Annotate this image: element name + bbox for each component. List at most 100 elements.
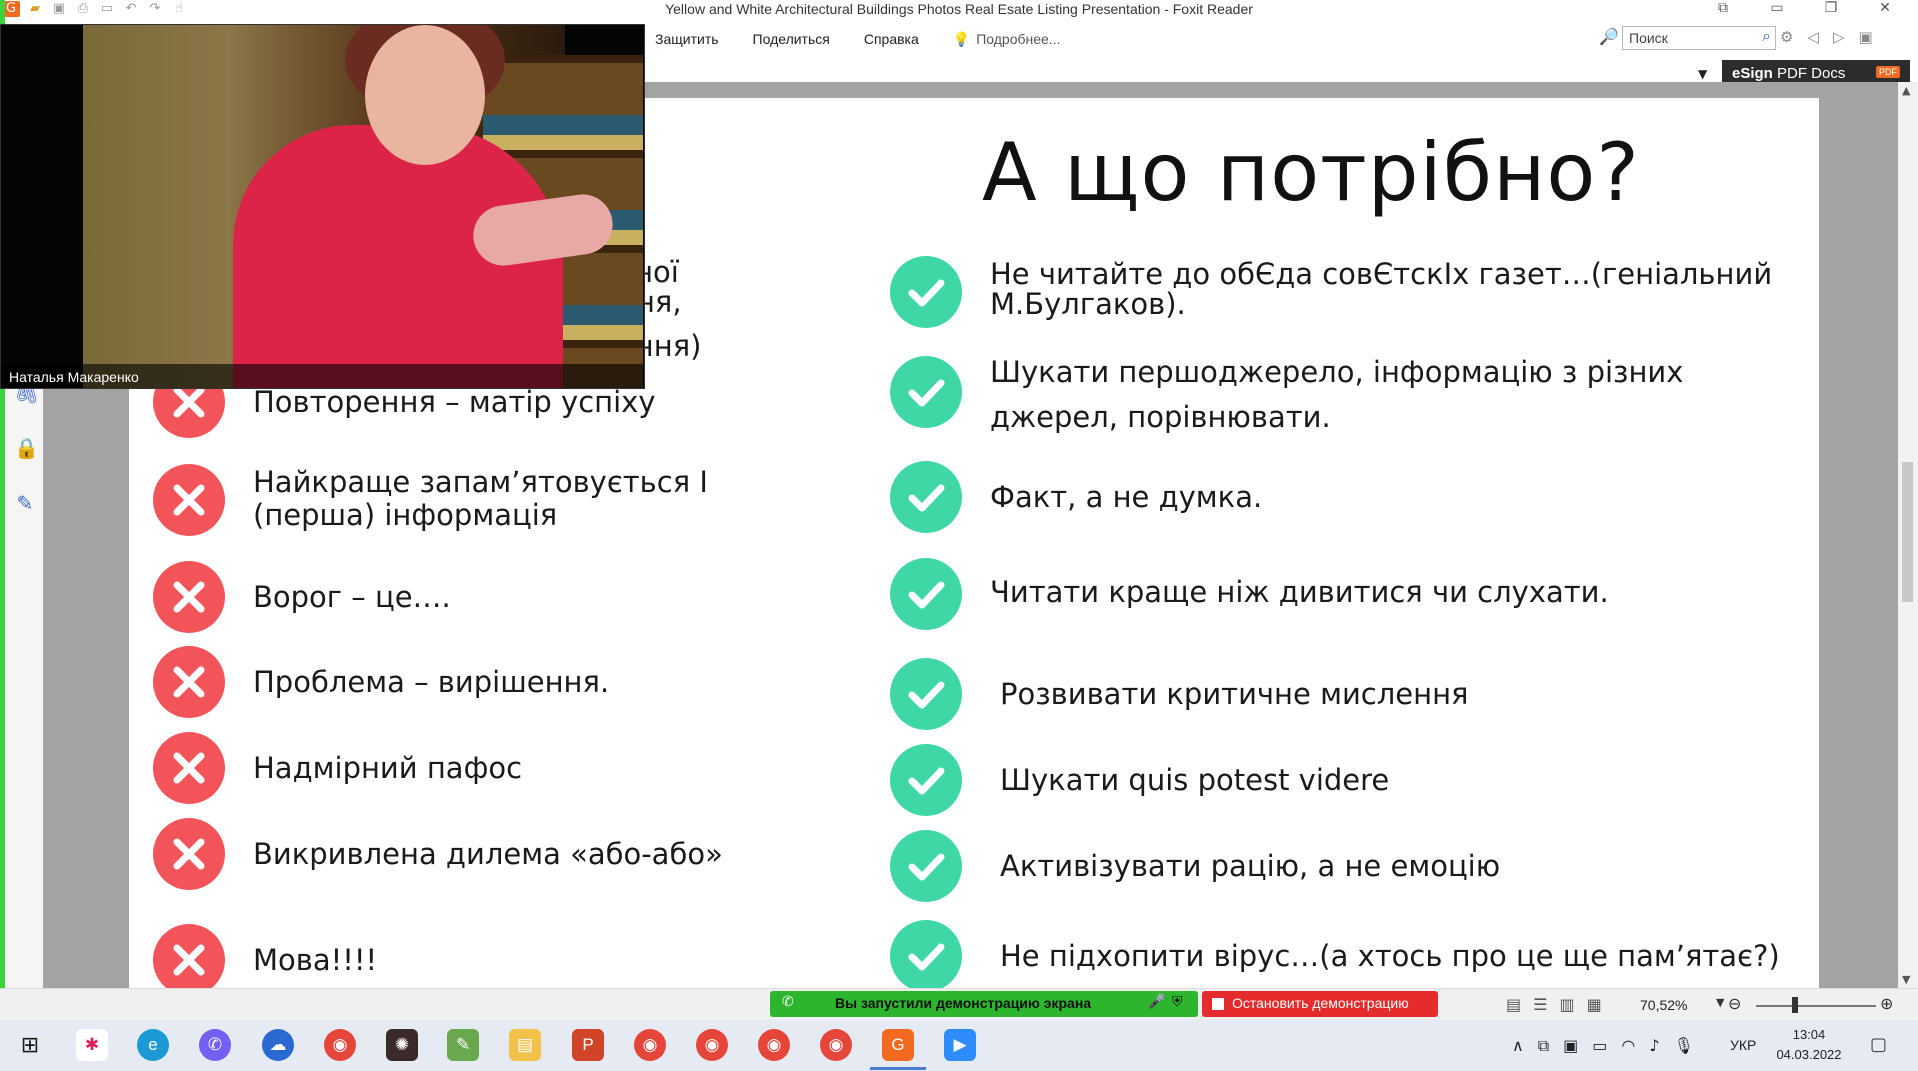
display-icon[interactable]: ▣ xyxy=(1563,1036,1578,1056)
status-bar: ✆ Вы запустили демонстрацию экрана 🎤 ⛨ О… xyxy=(0,988,1918,1020)
shield-check-icon: ⛨ xyxy=(1172,994,1183,1010)
ribbon-dropdown-icon[interactable]: ▼ xyxy=(1698,67,1707,81)
left-item-text-line2: (перша) інформація xyxy=(253,498,558,532)
search-input[interactable]: Поиск ⌕ xyxy=(1622,26,1776,50)
powerpoint-icon[interactable]: P xyxy=(572,1029,604,1061)
right-item-text-line2: М.Булгаков). xyxy=(990,287,1186,321)
tell-me[interactable]: 💡 Подробнее... xyxy=(953,31,1061,48)
left-item-text: Викривлена дилема «або-або» xyxy=(253,837,723,871)
page-view-modes: ▤ ☰ ▥ ▦ xyxy=(1506,995,1602,1014)
webcam-video-feed xyxy=(83,25,643,388)
chrome-profile-2-icon[interactable]: ◉ xyxy=(696,1029,728,1061)
meet-now-icon[interactable]: ⧉ xyxy=(1538,1036,1549,1056)
checkmark-icon xyxy=(890,920,962,988)
microphone-icon[interactable]: 🎙 xyxy=(1674,1036,1694,1056)
esign-label-bold: eSign xyxy=(1732,65,1773,82)
menu-help[interactable]: Справка xyxy=(864,31,919,48)
file-explorer-icon[interactable]: ▤ xyxy=(509,1029,541,1061)
menu-protect[interactable]: Защитить xyxy=(655,31,719,48)
cloud-app-icon[interactable]: ☁ xyxy=(262,1029,294,1061)
nav-back-icon[interactable]: ◁ xyxy=(1807,28,1819,46)
battery-icon[interactable]: ▭ xyxy=(1592,1036,1607,1056)
esign-pdf-badge: PDF xyxy=(1876,66,1900,78)
right-item-text: Шукати quis potest videre xyxy=(1000,763,1390,797)
find-icon[interactable]: 🔎 xyxy=(1599,27,1619,47)
close-button[interactable]: ✕ xyxy=(1872,0,1898,16)
zoom-slider-thumb[interactable] xyxy=(1792,997,1798,1013)
zoom-out-icon[interactable]: ⊖ xyxy=(1728,994,1741,1013)
cross-icon xyxy=(153,561,225,633)
maximize-button[interactable]: ❐ xyxy=(1818,0,1844,16)
clock-date[interactable]: 04.03.2022 xyxy=(1774,1047,1844,1062)
input-language[interactable]: УКР xyxy=(1730,1037,1756,1053)
cross-icon xyxy=(153,924,225,988)
chrome-icon[interactable]: ◉ xyxy=(324,1029,356,1061)
vertical-scrollbar[interactable]: ▲ ▼ xyxy=(1898,82,1918,988)
account-icon[interactable]: ▣ xyxy=(1859,28,1873,46)
menu-tabs: Защитить Поделиться Справка 💡 Подробнее.… xyxy=(655,31,1060,48)
left-item-text: Надмірний пафос xyxy=(253,751,523,785)
search-placeholder: Поиск xyxy=(1629,30,1668,46)
chrome-profile-4-icon[interactable]: ◉ xyxy=(820,1029,852,1061)
signature-icon[interactable]: ✎ xyxy=(14,492,36,514)
zoom-level[interactable]: 70,52% xyxy=(1640,997,1687,1013)
system-tray: ∧ ⧉ ▣ ▭ ◠ ♪ 🎙 xyxy=(1512,1036,1694,1056)
zoom-in-icon[interactable]: ⊕ xyxy=(1880,994,1893,1013)
start-windows-icon[interactable]: ⊞ xyxy=(14,1029,46,1061)
scroll-down-icon[interactable]: ▼ xyxy=(1902,973,1910,986)
show-hidden-icons-icon[interactable]: ∧ xyxy=(1512,1036,1524,1056)
windows-taskbar: ⊞ ✱ e ✆ ☁ ◉ ✺ ✎ ▤ P ◉ ◉ ◉ ◉ G ▶ ∧ ⧉ ▣ ▭ … xyxy=(0,1020,1918,1071)
slack-icon[interactable]: ✱ xyxy=(76,1029,108,1061)
menu-share[interactable]: Поделиться xyxy=(753,31,830,48)
edge-icon[interactable]: e xyxy=(137,1029,169,1061)
checkmark-icon xyxy=(890,256,962,328)
screen-share-indicator[interactable]: ✆ Вы запустили демонстрацию экрана 🎤 ⛨ xyxy=(770,991,1198,1017)
left-item-text: Проблема – вирішення. xyxy=(253,665,610,699)
chrome-profile-3-icon[interactable]: ◉ xyxy=(758,1029,790,1061)
cross-icon xyxy=(153,818,225,890)
restore-layout-icon[interactable]: ⧉ xyxy=(1710,0,1736,16)
single-page-icon[interactable]: ▤ xyxy=(1506,995,1521,1014)
cross-icon xyxy=(153,464,225,536)
speaker-face xyxy=(365,25,485,165)
continuous-page-icon[interactable]: ☰ xyxy=(1533,995,1547,1014)
image-editor-icon[interactable]: ✎ xyxy=(447,1029,479,1061)
tell-me-label: Подробнее... xyxy=(976,31,1061,47)
lock-icon[interactable]: 🔒 xyxy=(14,437,39,459)
media-app-icon[interactable]: ✺ xyxy=(386,1029,418,1061)
zoom-app-icon[interactable]: ▶ xyxy=(944,1029,976,1061)
right-item-text: Факт, а не думка. xyxy=(990,480,1263,514)
search-icon[interactable]: ⌕ xyxy=(1762,28,1771,46)
slide-title: А що потрібно? xyxy=(982,126,1640,219)
mic-muted-icon[interactable]: 🎤 xyxy=(1148,994,1165,1010)
nav-forward-icon[interactable]: ▷ xyxy=(1833,28,1845,46)
foxit-reader-icon[interactable]: G xyxy=(882,1029,914,1061)
viber-icon[interactable]: ✆ xyxy=(199,1029,231,1061)
window-controls: ⧉ ▭ ❐ ✕ xyxy=(1710,0,1898,16)
continuous-facing-icon[interactable]: ▦ xyxy=(1587,995,1602,1014)
checkmark-icon xyxy=(890,830,962,902)
checkmark-icon xyxy=(890,558,962,630)
participant-name: Наталья Макаренко xyxy=(9,369,139,385)
right-item-text: Не підхопити вірус…(а хтось про це ще па… xyxy=(1000,939,1780,973)
checkmark-icon xyxy=(890,658,962,730)
facing-page-icon[interactable]: ▥ xyxy=(1559,995,1574,1014)
notifications-icon[interactable]: ▢ xyxy=(1870,1034,1887,1055)
chrome-profile-1-icon[interactable]: ◉ xyxy=(634,1029,666,1061)
lightbulb-icon: 💡 xyxy=(952,31,971,47)
zoom-slider[interactable] xyxy=(1756,1005,1876,1007)
settings-icon[interactable]: ⚙ xyxy=(1780,28,1793,46)
scroll-up-icon[interactable]: ▲ xyxy=(1902,84,1910,97)
zoom-dropdown-icon[interactable]: ▼ xyxy=(1716,996,1724,1009)
network-icon[interactable]: ◠ xyxy=(1621,1036,1635,1056)
screen-share-text: Вы запустили демонстрацию экрана xyxy=(835,995,1092,1011)
clock-time[interactable]: 13:04 xyxy=(1774,1027,1844,1042)
right-item-text: Читати краще ніж дивитися чи слухати. xyxy=(990,575,1609,609)
minimize-button[interactable]: ▭ xyxy=(1764,0,1790,16)
volume-icon[interactable]: ♪ xyxy=(1649,1036,1659,1056)
right-item-text: Розвивати критичне мислення xyxy=(1000,677,1469,711)
checkmark-icon xyxy=(890,461,962,533)
scrollbar-thumb[interactable] xyxy=(1902,462,1913,602)
stop-share-button[interactable]: Остановить демонстрацию xyxy=(1202,991,1438,1017)
webcam-video-window[interactable]: Наталья Макаренко xyxy=(0,24,645,389)
